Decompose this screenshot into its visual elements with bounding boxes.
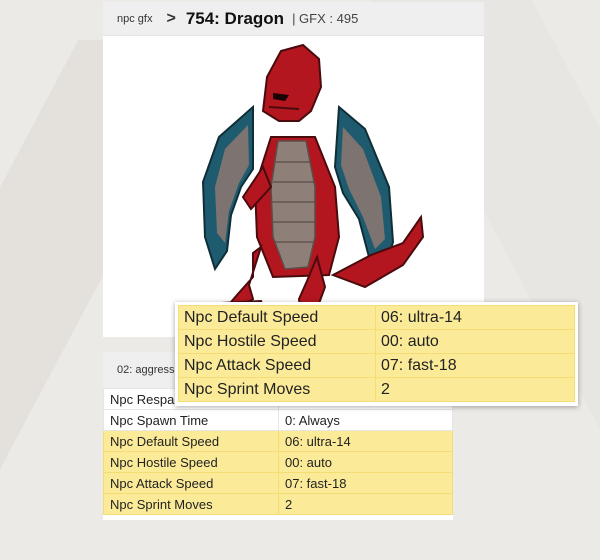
table-row-highlighted: Npc Sprint Moves 2 bbox=[103, 493, 453, 515]
table-row-highlighted: Npc Default Speed 06: ultra-14 bbox=[103, 430, 453, 452]
chevron-right-icon: > bbox=[166, 9, 176, 27]
page-title: 754: Dragon bbox=[185, 8, 285, 28]
row-value: 00: auto bbox=[375, 329, 575, 354]
table-row-highlighted: Npc Hostile Speed 00: auto bbox=[103, 451, 453, 473]
row-value: 07: fast-18 bbox=[375, 353, 575, 378]
npc-stats-table: Npc Respa Npc Spawn Time 0: Always Npc D… bbox=[103, 388, 453, 515]
table-row: Npc Spawn Time 0: Always bbox=[103, 409, 453, 431]
table-row: Npc Sprint Moves 2 bbox=[178, 377, 575, 402]
row-value: 00: auto bbox=[278, 451, 453, 473]
row-label: Npc Attack Speed bbox=[103, 472, 279, 494]
row-label: Npc Spawn Time bbox=[103, 409, 279, 431]
row-label: Npc Sprint Moves bbox=[178, 377, 376, 402]
table-row: Npc Hostile Speed 00: auto bbox=[178, 329, 575, 354]
row-value: 0: Always bbox=[278, 409, 453, 431]
head bbox=[261, 43, 323, 122]
row-value: 2 bbox=[278, 493, 453, 515]
breadcrumb-npc-gfx[interactable]: npc gfx bbox=[117, 13, 152, 25]
npc-card: npc gfx > 754: Dragon | GFX : 495 bbox=[103, 2, 484, 337]
row-value: 06: ultra-14 bbox=[375, 305, 575, 330]
belly bbox=[270, 140, 316, 270]
row-label: Npc Default Speed bbox=[103, 430, 279, 452]
table-row-highlighted: Npc Attack Speed 07: fast-18 bbox=[103, 472, 453, 494]
zoom-callout: Npc Default Speed 06: ultra-14 Npc Hosti… bbox=[175, 302, 578, 406]
table-row: Npc Attack Speed 07: fast-18 bbox=[178, 353, 575, 378]
row-value: 06: ultra-14 bbox=[278, 430, 453, 452]
row-label: Npc Attack Speed bbox=[178, 353, 376, 378]
row-label: Npc Default Speed bbox=[178, 305, 376, 330]
row-label: Npc Hostile Speed bbox=[178, 329, 376, 354]
row-label: Npc Hostile Speed bbox=[103, 451, 279, 473]
row-label: Npc Sprint Moves bbox=[103, 493, 279, 515]
gfx-label: | GFX : 495 bbox=[292, 11, 359, 26]
dragon-sprite bbox=[201, 43, 425, 325]
zoom-table: Npc Default Speed 06: ultra-14 Npc Hosti… bbox=[178, 305, 575, 402]
row-value: 2 bbox=[375, 377, 575, 402]
sprite-area bbox=[103, 37, 484, 337]
card-header: npc gfx > 754: Dragon | GFX : 495 bbox=[103, 2, 484, 36]
table-row: Npc Default Speed 06: ultra-14 bbox=[178, 305, 575, 330]
row-value: 07: fast-18 bbox=[278, 472, 453, 494]
